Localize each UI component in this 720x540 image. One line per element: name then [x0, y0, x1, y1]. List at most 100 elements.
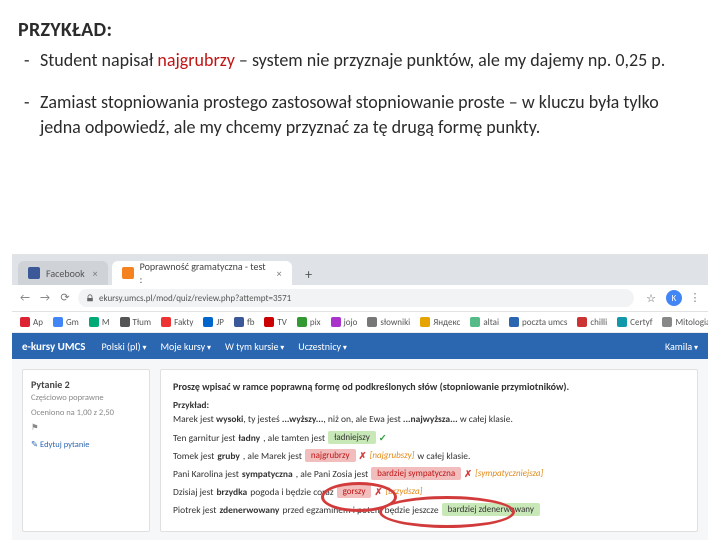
nav-item[interactable]: Uczestnicy — [298, 340, 347, 353]
bookmark-item[interactable]: jojo — [331, 317, 358, 328]
forward-icon[interactable]: → — [38, 291, 52, 305]
reload-icon[interactable]: ⟳ — [58, 291, 72, 305]
bookmark-icon — [89, 317, 99, 327]
adjective: ładny — [238, 432, 260, 444]
line-text: Tomek jest — [173, 450, 214, 462]
answer-box: gorszy — [337, 485, 372, 498]
bookmark-icon — [577, 317, 587, 327]
bookmark-icon — [234, 317, 244, 327]
answer-box: ładniejszy — [328, 431, 376, 444]
example-bold: ...najwyższa... — [403, 413, 458, 425]
browser-tab[interactable]: Facebook × — [18, 261, 108, 285]
bookmark-item[interactable]: Gm — [53, 317, 79, 328]
bookmark-item[interactable]: fb — [234, 317, 254, 328]
bullet-list: Student napisał najgrubrzy – system nie … — [18, 46, 686, 141]
example-line: Marek jest wysoki, ty jesteś ...wyższy..… — [173, 413, 685, 425]
bookmark-star-icon[interactable]: ☆ — [646, 292, 656, 305]
bookmark-item[interactable]: M — [89, 317, 110, 328]
edit-question-link[interactable]: Edytuj pytanie — [31, 440, 89, 450]
bookmark-item[interactable]: Fakty — [161, 317, 193, 328]
new-tab-button[interactable]: + — [298, 263, 320, 285]
favicon — [28, 267, 40, 279]
url-text: ekursy.umcs.pl/mod/quiz/review.php?attem… — [99, 293, 291, 304]
bookmarks-bar: Ap Gm M Tłum Fakty JP fb TV pixjojo słowniki Яндек… — [12, 312, 708, 333]
example-text: Marek jest — [173, 413, 216, 425]
answer-box: najgrubrzy — [305, 449, 356, 462]
tab-label: Facebook — [46, 267, 85, 280]
answer-box: bardziej zdenerwowany — [442, 503, 540, 516]
bookmark-item[interactable]: TV — [264, 317, 287, 328]
answer-line: Dzisiaj jest brzydka pogoda i będzie cor… — [173, 485, 685, 498]
bookmark-item[interactable]: pix — [297, 317, 321, 328]
browser-tab[interactable]: Poprawność gramatyczna - test : × — [112, 261, 292, 285]
example-text: , ty jesteś — [243, 413, 281, 425]
menu-icon[interactable]: ⋮ — [688, 291, 702, 305]
line-text: Ten garnitur jest — [173, 432, 235, 444]
bookmark-icon — [662, 317, 672, 327]
line-text: pogoda i będzie coraz — [250, 486, 333, 498]
user-menu[interactable]: Kamila — [665, 340, 698, 353]
line-text: w całej klasie. — [417, 450, 470, 462]
bookmark-item[interactable]: chilli — [577, 317, 607, 328]
example-bold: ...wyższy... — [282, 413, 324, 425]
nav-item[interactable]: W tym kursie — [225, 340, 284, 353]
bookmark-item[interactable]: Mitologia — [662, 317, 708, 328]
close-icon[interactable]: × — [93, 267, 98, 280]
url-input[interactable]: ekursy.umcs.pl/mod/quiz/review.php?attem… — [78, 289, 634, 307]
line-text: , ale Pani Zosia jest — [296, 468, 368, 480]
bookmark-icon — [20, 317, 30, 327]
bookmark-item[interactable]: altai — [470, 317, 499, 328]
question-sidebar: Pytanie 2 Częściowo poprawne Oceniono na… — [22, 369, 150, 532]
line-text: przed egzaminem i potem będzie jeszcze — [282, 504, 438, 516]
site-brand[interactable]: e-kursy UMCS — [22, 340, 85, 353]
answer-line: Piotrek jest zdenerwowany przed egzamine… — [173, 503, 685, 516]
moodle-navbar: e-kursy UMCS Polski (pl) Moje kursy W tym … — [12, 333, 708, 359]
adjective: sympatyczna — [242, 468, 293, 480]
bookmark-icon — [331, 317, 341, 327]
bookmark-icon — [53, 317, 63, 327]
bookmark-item[interactable]: Tłum — [120, 317, 152, 328]
line-text: Piotrek jest — [173, 504, 216, 516]
question-body: Proszę wpisać w ramce poprawną formę od … — [160, 369, 698, 532]
check-icon: ✓ — [379, 432, 387, 444]
bookmark-item[interactable]: JP — [203, 317, 224, 328]
bookmark-icon — [120, 317, 130, 327]
flag-icon[interactable]: ⚑ — [31, 423, 141, 434]
correction-text: [najgrubszy] — [370, 450, 415, 461]
example-bold: wysoki — [216, 413, 243, 425]
browser-screenshot: Facebook×Poprawność gramatyczna - test :… — [12, 254, 708, 540]
bookmark-item[interactable]: Certyf — [617, 317, 652, 328]
bookmark-icon — [161, 317, 171, 327]
bookmark-item[interactable]: Яндекс — [420, 317, 460, 328]
back-icon[interactable]: ← — [18, 291, 32, 305]
bookmark-icon — [297, 317, 307, 327]
bookmark-icon — [470, 317, 480, 327]
bookmark-icon — [367, 317, 377, 327]
answer-box: bardziej sympatyczna — [371, 467, 461, 480]
correction-text: [brzydsza] — [385, 486, 422, 497]
profile-avatar[interactable]: K — [666, 290, 682, 306]
bookmark-icon — [264, 317, 274, 327]
line-text: Pani Karolina jest — [173, 468, 239, 480]
answer-line: Ten garnitur jest ładny, ale tamten jest… — [173, 431, 685, 444]
cross-icon: ✗ — [374, 486, 382, 498]
lock-icon — [86, 294, 94, 302]
question-score: Oceniono na 1,00 z 2,50 — [31, 408, 141, 419]
example-text: w całej klasie. — [458, 413, 513, 425]
line-text: , ale tamten jest — [263, 432, 325, 444]
highlight-word: najgrubrzy — [157, 49, 234, 71]
line-text: , ale Marek jest — [243, 450, 302, 462]
bookmark-icon — [420, 317, 430, 327]
example-text: , niż on, ale Ewa jest — [323, 413, 403, 425]
cross-icon: ✗ — [359, 450, 367, 462]
tab-label: Poprawność gramatyczna - test : — [140, 260, 269, 285]
bookmark-icon — [509, 317, 519, 327]
close-icon[interactable]: × — [277, 267, 282, 280]
bookmark-item[interactable]: poczta umcs — [509, 317, 567, 328]
nav-item[interactable]: Moje kursy — [160, 340, 211, 353]
adjective: gruby — [217, 450, 240, 462]
answer-line: Pani Karolina jest sympatyczna, ale Pani… — [173, 467, 685, 480]
nav-item[interactable]: Polski (pl) — [101, 340, 146, 353]
bookmark-item[interactable]: słowniki — [367, 317, 410, 328]
bookmark-item[interactable]: Ap — [20, 317, 43, 328]
